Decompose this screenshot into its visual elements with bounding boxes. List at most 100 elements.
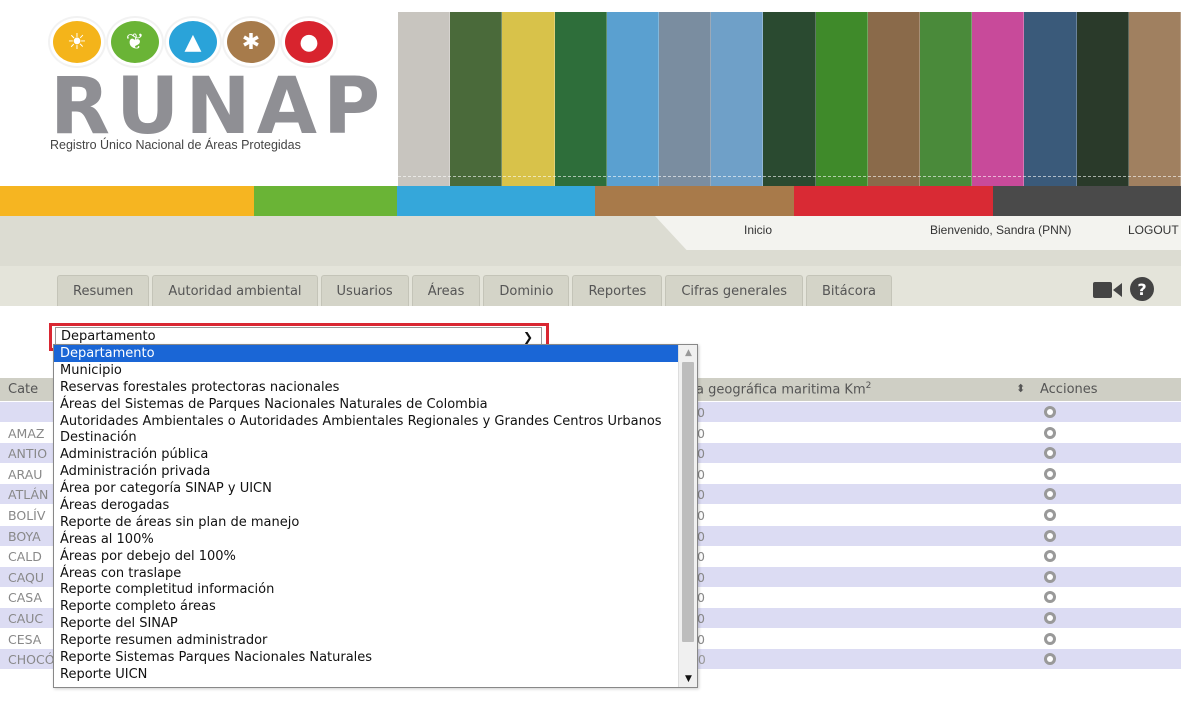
banner-strip — [450, 12, 503, 186]
view-icon[interactable] — [1044, 529, 1056, 542]
dropdown-option[interactable]: Reporte completitud información — [54, 581, 697, 598]
tab-usuarios[interactable]: Usuarios — [320, 275, 409, 306]
dropdown-option[interactable]: Reservas forestales protectoras nacional… — [54, 379, 697, 396]
banner-strip — [763, 12, 816, 186]
tab-autoridad-ambiental[interactable]: Autoridad ambiental — [152, 275, 318, 306]
dropdown-option[interactable]: Áreas del Sistemas de Parques Nacionales… — [54, 396, 697, 413]
banner-strip — [398, 12, 451, 186]
dropdown-option[interactable]: Áreas derogadas — [54, 497, 697, 514]
dropdown-option[interactable]: Áreas con traslape — [54, 565, 697, 582]
view-icon[interactable] — [1044, 509, 1056, 521]
row-category: AMAZ — [8, 425, 45, 441]
row-category: CASA — [8, 590, 42, 606]
view-icon[interactable] — [1044, 550, 1056, 563]
dropdown-options: Departamento Municipio Reservas forestales… — [54, 345, 697, 683]
view-icon[interactable] — [1044, 653, 1056, 666]
tabs: Resumen Autoridad ambiental Usuarios Áre… — [57, 275, 893, 306]
welcome-text: Bienvenido, Sandra (PNN) — [930, 223, 1072, 237]
dropdown-option[interactable]: Reporte resumen administrador — [54, 632, 697, 649]
color-bar-segment — [993, 186, 1181, 216]
banner-strip — [606, 12, 660, 186]
color-bar — [0, 186, 1181, 216]
top-nav-pill — [655, 216, 1181, 250]
dropdown-scrollbar[interactable]: ▲ ▼ — [678, 345, 697, 687]
row-area-value: 0 — [697, 487, 705, 503]
view-icon[interactable] — [1044, 488, 1056, 501]
color-bar-segment — [397, 186, 595, 216]
banner-strip — [1076, 12, 1129, 186]
scroll-up-icon[interactable]: ▲ — [679, 345, 697, 361]
color-bar-segment — [0, 186, 254, 216]
row-category: CALD — [8, 549, 42, 565]
banner-strip — [1128, 12, 1181, 186]
dropdown-option[interactable]: Administración pública — [54, 446, 697, 463]
dropdown-option[interactable]: Área por categoría SINAP y UICN — [54, 480, 697, 497]
row-area-value: 0 — [697, 611, 705, 626]
row-area-value: 0 — [697, 466, 705, 482]
tab-dominio[interactable]: Dominio — [483, 275, 570, 306]
row-category: CESA — [8, 631, 42, 647]
row-category: BOYA — [8, 528, 41, 544]
tab-reportes[interactable]: Reportes — [572, 275, 663, 306]
row-category: ARAU — [8, 466, 43, 482]
bear-icon: ● — [282, 18, 336, 66]
mountain-icon: ▲ — [166, 18, 220, 66]
dropdown-option[interactable]: Departamento — [54, 345, 697, 362]
logo-text: RUNAP — [50, 62, 387, 152]
banner-strip — [1024, 12, 1077, 186]
banner-strip — [502, 12, 555, 186]
view-icon[interactable] — [1044, 467, 1056, 480]
dropdown-option[interactable]: Destinación — [54, 429, 697, 446]
row-area-value: 0 — [697, 446, 705, 462]
dropdown-option[interactable]: Reporte del SINAP — [54, 615, 697, 632]
help-icon[interactable]: ? — [1130, 277, 1154, 301]
dropdown-option[interactable]: Reporte de áreas sin plan de manejo — [54, 514, 697, 531]
dropdown-option[interactable]: Reporte completo áreas — [54, 598, 697, 615]
scroll-thumb[interactable] — [682, 362, 694, 642]
plant-icon: ✱ — [224, 18, 278, 66]
row-area-value: 0 — [697, 425, 705, 441]
dropdown-option[interactable]: Administración privada — [54, 463, 697, 480]
scroll-down-icon[interactable]: ▼ — [679, 671, 697, 687]
view-icon[interactable] — [1044, 612, 1056, 624]
dropdown-option[interactable]: Autoridades Ambientales o Autoridades Am… — [54, 413, 697, 430]
tab-resumen[interactable]: Resumen — [57, 275, 150, 306]
row-area-value: 0 — [697, 528, 705, 544]
column-header-actions: Acciones — [1040, 382, 1098, 397]
row-area-value: 0 — [697, 631, 705, 647]
dropdown-option[interactable]: Reporte Sistemas Parques Nacionales Natu… — [54, 649, 697, 666]
banner-strip — [867, 12, 921, 186]
column-header-area[interactable]: rea geográfica maritima Km2 — [683, 381, 871, 397]
sort-icon[interactable]: ⬍ — [1016, 382, 1025, 395]
logo-icons: ☀ ❦ ▲ ✱ ● — [50, 18, 336, 66]
view-icon[interactable] — [1044, 447, 1056, 460]
header-banner — [398, 12, 1181, 186]
banner-strip — [972, 12, 1025, 186]
dropdown-option[interactable]: Áreas al 100% — [54, 531, 697, 548]
row-area-value: 0 — [697, 549, 705, 565]
banner-dash-line — [398, 176, 1181, 177]
view-icon[interactable] — [1044, 426, 1056, 439]
row-category: BOLÍV — [8, 508, 46, 523]
sun-icon: ☀ — [50, 18, 104, 66]
dropdown-option[interactable]: Reporte UICN — [54, 666, 697, 683]
view-icon[interactable] — [1044, 570, 1056, 583]
dropdown-option[interactable]: Municipio — [54, 362, 697, 379]
view-icon[interactable] — [1044, 591, 1056, 604]
row-area-value: 0 — [697, 590, 705, 606]
row-category: CHOCÓ — [8, 652, 55, 668]
color-bar-segment — [254, 186, 397, 216]
nav-inicio-link[interactable]: Inicio — [744, 223, 772, 237]
column-header-category[interactable]: Cate — [8, 382, 38, 397]
tab-cifras-generales[interactable]: Cifras generales — [665, 275, 804, 306]
video-camera-icon[interactable] — [1093, 280, 1123, 300]
leaf-icon: ❦ — [108, 18, 162, 66]
logout-link[interactable]: LOGOUT — [1128, 223, 1179, 237]
tab-bitacora[interactable]: Bitácora — [806, 275, 893, 306]
view-icon[interactable] — [1044, 406, 1056, 418]
report-select-dropdown[interactable]: Departamento Municipio Reservas forestales… — [53, 344, 698, 688]
view-icon[interactable] — [1044, 632, 1056, 645]
tab-areas[interactable]: Áreas — [411, 275, 481, 306]
row-area-value: 0 — [697, 405, 705, 420]
dropdown-option[interactable]: Áreas por debejo del 100% — [54, 548, 697, 565]
